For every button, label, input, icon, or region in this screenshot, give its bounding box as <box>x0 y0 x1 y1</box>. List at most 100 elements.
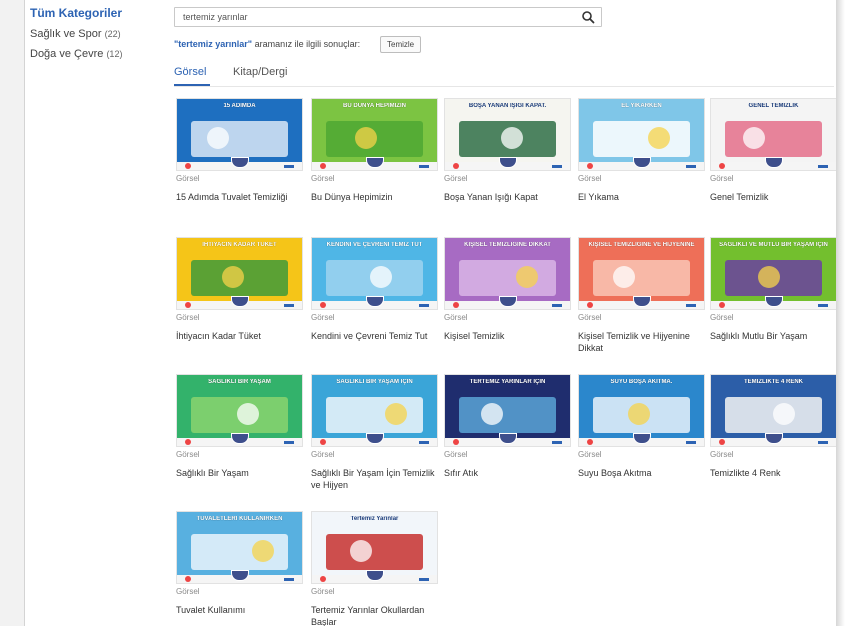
thumbnail-banner: SUYU BOŞA AKITMA. <box>610 379 673 385</box>
tab-gorsel[interactable]: Görsel <box>174 66 206 78</box>
logo-icon <box>185 163 191 169</box>
result-card[interactable]: TUVALETLERİ KULLANIRKEN Görsel Tuvalet Kul… <box>176 511 303 616</box>
result-thumbnail[interactable]: BU DÜNYA HEPİMİZİN <box>311 98 438 171</box>
thumbnail-banner: TERTEMİZ YARINLAR İÇİN <box>469 379 546 385</box>
thumbnail-art <box>501 127 523 149</box>
thumbnail-art <box>516 266 538 288</box>
result-title[interactable]: Kişisel Temizlik ve Hijyenine Dikkat <box>578 330 705 354</box>
tabs-divider <box>174 86 834 87</box>
result-thumbnail[interactable]: KİŞİSEL TEMİZLİĞİNE DİKKAT <box>444 237 571 310</box>
result-thumbnail[interactable]: KİŞİSEL TEMİZLİĞİNE VE HİJYENİNE <box>578 237 705 310</box>
thumbnail-art <box>613 266 635 288</box>
search-box <box>174 7 602 27</box>
logo-icon <box>453 439 459 445</box>
logo-icon <box>320 576 326 582</box>
result-card[interactable]: KİŞİSEL TEMİZLİĞİNE DİKKAT Görsel Kişisel … <box>444 237 571 342</box>
result-title[interactable]: Kendini ve Çevreni Temiz Tut <box>311 330 438 342</box>
result-thumbnail[interactable]: TUVALETLERİ KULLANIRKEN <box>176 511 303 584</box>
result-thumbnail[interactable]: SAĞLIKLI BİR YAŞAM <box>176 374 303 447</box>
result-card[interactable]: EL YIKARKEN Görsel El Yıkama <box>578 98 705 203</box>
thumbnail-banner: SAĞLIKLI BİR YAŞAM <box>208 379 271 385</box>
result-type-label: Görsel <box>176 313 200 322</box>
result-card[interactable]: KENDİNİ VE ÇEVRENİ TEMİZ TUT Görsel Kendin… <box>311 237 438 342</box>
result-title[interactable]: Temizlikte 4 Renk <box>710 467 836 479</box>
thumbnail-art <box>350 540 372 562</box>
result-thumbnail[interactable]: TEMİZLİKTE 4 RENK <box>710 374 836 447</box>
result-card[interactable]: TERTEMİZ YARINLAR İÇİN Görsel Sıfır Atık <box>444 374 571 479</box>
tab-kitap-dergi[interactable]: Kitap/Dergi <box>233 66 287 78</box>
result-card[interactable]: SAĞLIKLI BİR YAŞAM Görsel Sağlıklı Bir Yaş… <box>176 374 303 479</box>
result-title[interactable]: 15 Adımda Tuvalet Temizliği <box>176 191 303 203</box>
result-title[interactable]: Suyu Boşa Akıtma <box>578 467 705 479</box>
result-thumbnail[interactable]: SAĞLIKLI BİR YAŞAM İÇİN <box>311 374 438 447</box>
result-title[interactable]: Sağlıklı Bir Yaşam <box>176 467 303 479</box>
category-health-sport[interactable]: Sağlık ve Spor (22) <box>30 28 160 40</box>
result-title[interactable]: El Yıkama <box>578 191 705 203</box>
category-label: Doğa ve Çevre <box>30 48 104 60</box>
thumbnail-banner: SAĞLIKLI VE MUTLU BİR YAŞAM İÇİN <box>719 242 828 248</box>
thumbnail-banner: KİŞİSEL TEMİZLİĞİNE VE HİJYENİNE <box>588 242 695 248</box>
category-count: (12) <box>106 49 123 59</box>
result-title[interactable]: Sağlıklı Mutlu Bir Yaşam <box>710 330 836 342</box>
brand-mark-icon <box>419 165 429 168</box>
result-thumbnail[interactable]: TERTEMİZ YARINLAR İÇİN <box>444 374 571 447</box>
result-type-label: Görsel <box>444 313 468 322</box>
category-all-link[interactable]: Tüm Kategoriler <box>30 6 160 20</box>
thumbnail-banner: KENDİNİ VE ÇEVRENİ TEMİZ TUT <box>326 242 423 248</box>
result-card[interactable]: KİŞİSEL TEMİZLİĞİNE VE HİJYENİNE Görsel Ki… <box>578 237 705 354</box>
search-icon[interactable] <box>579 9 597 25</box>
result-thumbnail[interactable]: SAĞLIKLI VE MUTLU BİR YAŞAM İÇİN <box>710 237 836 310</box>
thumbnail-art <box>593 260 690 296</box>
result-card[interactable]: SAĞLIKLI VE MUTLU BİR YAŞAM İÇİN Görsel Sa… <box>710 237 836 342</box>
result-thumbnail[interactable]: KENDİNİ VE ÇEVRENİ TEMİZ TUT <box>311 237 438 310</box>
logo-icon <box>719 302 725 308</box>
result-thumbnail[interactable]: İHTİYACIN KADAR TÜKET <box>176 237 303 310</box>
result-type-label: Görsel <box>176 450 200 459</box>
clear-button[interactable]: Temizle <box>380 36 422 53</box>
result-thumbnail[interactable]: EL YIKARKEN <box>578 98 705 171</box>
result-title[interactable]: İhtiyacın Kadar Tüket <box>176 330 303 342</box>
result-thumbnail[interactable]: BOŞA YANAN IŞIĞI KAPAT. <box>444 98 571 171</box>
brand-mark-icon <box>284 304 294 307</box>
brand-mark-icon <box>818 165 828 168</box>
result-title[interactable]: Sağlıklı Bir Yaşam İçin Temizlik ve Hijy… <box>311 467 438 491</box>
brand-mark-icon <box>419 578 429 581</box>
thumbnail-banner: GENEL TEMİZLİK <box>748 103 799 109</box>
result-title[interactable]: Boşa Yanan Işığı Kapat <box>444 191 571 203</box>
category-nature-environment[interactable]: Doğa ve Çevre (12) <box>30 48 160 60</box>
result-type-label: Görsel <box>444 450 468 459</box>
result-thumbnail[interactable]: Tertemiz Yarınlar <box>311 511 438 584</box>
result-title[interactable]: Kişisel Temizlik <box>444 330 571 342</box>
logo-icon <box>453 302 459 308</box>
result-card[interactable]: GENEL TEMİZLİK Görsel Genel Temizlik <box>710 98 836 203</box>
brand-mark-icon <box>686 441 696 444</box>
brand-mark-icon <box>818 304 828 307</box>
result-card[interactable]: İHTİYACIN KADAR TÜKET Görsel İhtiyacın Kad… <box>176 237 303 342</box>
result-type-label: Görsel <box>311 587 335 596</box>
result-title[interactable]: Genel Temizlik <box>710 191 836 203</box>
result-title[interactable]: Bu Dünya Hepimizin <box>311 191 438 203</box>
brand-mark-icon <box>686 165 696 168</box>
result-type-label: Görsel <box>710 174 734 183</box>
brand-mark-icon <box>552 304 562 307</box>
result-card[interactable]: TEMİZLİKTE 4 RENK Görsel Temizlikte 4 Renk <box>710 374 836 479</box>
result-title[interactable]: Sıfır Atık <box>444 467 571 479</box>
result-card[interactable]: BOŞA YANAN IŞIĞI KAPAT. Görsel Boşa Yanan … <box>444 98 571 203</box>
result-card[interactable]: Tertemiz Yarınlar Görsel Tertemiz Yarınlar… <box>311 511 438 626</box>
thumbnail-banner: SAĞLIKLI BİR YAŞAM İÇİN <box>336 379 413 385</box>
thumbnail-art <box>758 266 780 288</box>
result-thumbnail[interactable]: 15 ADIMDA <box>176 98 303 171</box>
result-card[interactable]: SUYU BOŞA AKITMA. Görsel Suyu Boşa Akıtma <box>578 374 705 479</box>
result-thumbnail[interactable]: SUYU BOŞA AKITMA. <box>578 374 705 447</box>
result-thumbnail[interactable]: GENEL TEMİZLİK <box>710 98 836 171</box>
result-card[interactable]: SAĞLIKLI BİR YAŞAM İÇİN Görsel Sağlıklı Bi… <box>311 374 438 491</box>
result-card[interactable]: 15 ADIMDA Görsel 15 Adımda Tuvalet Temizli… <box>176 98 303 203</box>
thumbnail-art <box>459 260 556 296</box>
result-title[interactable]: Tuvalet Kullanımı <box>176 604 303 616</box>
result-title[interactable]: Tertemiz Yarınlar Okullardan Başlar <box>311 604 438 626</box>
result-card[interactable]: BU DÜNYA HEPİMİZİN Görsel Bu Dünya Hepimiz… <box>311 98 438 203</box>
thumbnail-banner: KİŞİSEL TEMİZLİĞİNE DİKKAT <box>464 242 551 248</box>
search-input[interactable] <box>183 8 563 26</box>
thumbnail-art <box>725 121 822 157</box>
brand-mark-icon <box>686 304 696 307</box>
